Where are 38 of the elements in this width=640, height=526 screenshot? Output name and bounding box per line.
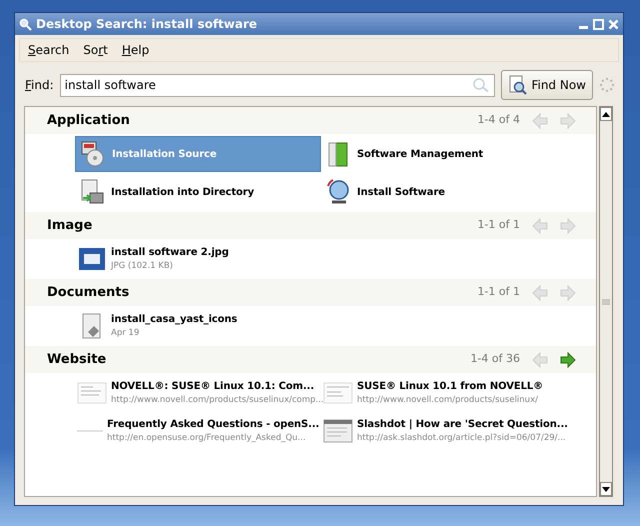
result-item[interactable]: Slashdot | How are 'Secret Question... http://ask.slashdot.org/article.pl?sid=06/07/29/... <box>321 413 596 449</box>
result-item[interactable]: NOVELL®: SUSE® Linux 10.1: Com... http://www.novell.com/products/suselinux/comp... <box>75 375 321 411</box>
section-title: Image <box>47 216 94 235</box>
scroll-down-button[interactable] <box>600 482 612 496</box>
result-item[interactable]: Software Management <box>321 136 596 172</box>
result-range: 1-4 of 36 <box>470 351 520 368</box>
result-item[interactable]: SUSE® Linux 10.1 from NOVELL® http://www.novell.com/products/suselinux/ <box>321 375 596 411</box>
scrollbar[interactable] <box>599 106 613 497</box>
result-item[interactable]: install software 2.jpg JPG (102.1 KB) <box>75 241 321 277</box>
scroll-grip-icon <box>602 298 610 304</box>
result-item[interactable]: Install Software <box>321 174 596 210</box>
menu-item[interactable]: Help <box>122 41 150 59</box>
result-item[interactable]: Installation into Directory <box>75 174 321 210</box>
arrow-down-icon <box>602 486 610 492</box>
scroll-up-button[interactable] <box>600 107 612 121</box>
find-label: Find: <box>25 77 54 94</box>
result-range: 1-1 of 1 <box>477 217 520 234</box>
next-button[interactable] <box>559 350 577 368</box>
arrow-up-icon <box>602 112 610 116</box>
search-icon <box>19 18 32 30</box>
search-icon <box>508 75 528 95</box>
close-button[interactable] <box>608 18 619 30</box>
maximize-button[interactable] <box>593 18 604 30</box>
result-item[interactable]: Frequently Asked Questions - openS... http://en.opensuse.org/Frequently_Asked_Qu... <box>75 413 321 449</box>
result-item[interactable]: install_casa_yast_icons Apr 19 <box>75 308 321 344</box>
search-field[interactable]: install software <box>60 74 496 96</box>
find-now-button[interactable]: Find Now <box>501 70 593 100</box>
section-title: Website <box>47 350 108 369</box>
spinner-icon <box>599 77 615 93</box>
menu-item[interactable]: Search <box>28 41 70 59</box>
result-range: 1-1 of 1 <box>477 284 520 300</box>
window-title: Desktop Search: install software <box>36 16 258 33</box>
result-range: 1-4 of 4 <box>477 112 520 128</box>
image-thumbnail-icon <box>78 247 106 271</box>
search-icon <box>472 76 490 92</box>
section-title: Application <box>47 112 131 130</box>
menu-item[interactable]: Sort <box>83 41 108 59</box>
section-title: Documents <box>47 284 130 302</box>
